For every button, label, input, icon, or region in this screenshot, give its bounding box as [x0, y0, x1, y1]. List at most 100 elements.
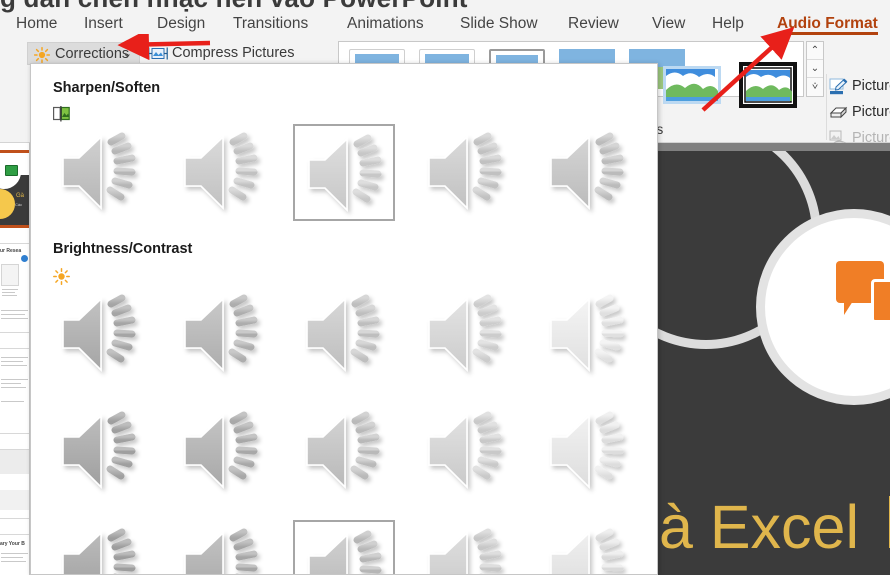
effects-cube-icon	[829, 104, 848, 121]
window-title-strip: g dẫn chèn nhạc nền vào PowerPoint	[0, 0, 890, 13]
ribbon-tab-insert[interactable]: Insert	[82, 13, 125, 36]
chat-bubble-icon-front	[871, 279, 890, 323]
correction-thumb-sharpen-r1-c2[interactable]	[171, 124, 273, 221]
correction-thumb-sharpen-r1-c3[interactable]	[293, 124, 395, 221]
picture-style-preview-plain[interactable]	[663, 64, 721, 106]
picture-style-preview-framed[interactable]	[739, 62, 797, 108]
slide-title-text[interactable]: à Excel	[659, 492, 859, 562]
speaker-icon	[415, 286, 517, 383]
ribbon-tab-label: Animations	[347, 15, 424, 32]
correction-thumb-brightness-r3-c4[interactable]	[415, 520, 517, 574]
sun-icon	[33, 46, 51, 64]
slide-thumbnail-5[interactable]: ary Your B	[0, 534, 29, 575]
ribbon-tab-label: Design	[157, 15, 206, 32]
picture-effects-button[interactable]: Picture Effects	[828, 102, 890, 123]
ribbon-tab-label: Insert	[84, 15, 123, 32]
ribbon-tab-transitions[interactable]: Transitions	[231, 13, 310, 36]
slide-thumbnail-panel[interactable]: Gà Các ur Resea ary Your B	[0, 143, 30, 575]
correction-thumb-brightness-r3-c3[interactable]	[293, 520, 397, 574]
ribbon-tab-label: View	[652, 15, 686, 32]
speaker-icon	[49, 286, 151, 383]
speaker-icon	[295, 126, 397, 223]
pencil-border-icon	[829, 78, 848, 95]
ribbon-tab-label: Transitions	[233, 15, 309, 32]
thumb2-heading: ur Resea	[0, 248, 22, 254]
slide-thumbnail-3[interactable]	[0, 348, 29, 434]
ribbon-tab-animations[interactable]: Animations	[345, 13, 426, 36]
thumb5-heading: ary Your B	[0, 541, 25, 547]
speaker-icon	[171, 403, 273, 500]
ribbon-tab-audio-format[interactable]: Audio Format	[775, 13, 880, 36]
speaker-icon	[295, 522, 397, 574]
thumb-sub-text: Các	[15, 202, 23, 207]
correction-thumb-brightness-r3-c1[interactable]	[49, 520, 151, 574]
corrections-dropdown-menu[interactable]: Sharpen/Soften Brightness/Contrast	[30, 63, 658, 575]
speaker-icon	[49, 520, 151, 574]
thumb2-badge	[21, 255, 28, 262]
correction-thumb-brightness-r2-c2[interactable]	[171, 403, 273, 500]
speaker-icon	[49, 403, 151, 500]
speaker-icon	[171, 286, 273, 383]
ribbon-tab-review[interactable]: Review	[566, 13, 621, 36]
speaker-icon	[415, 520, 517, 574]
speaker-icon	[171, 520, 273, 574]
slide-thumbnail-1[interactable]: Gà Các	[0, 150, 29, 228]
speaker-icon	[293, 403, 395, 500]
correction-thumb-sharpen-r1-c1[interactable]	[49, 124, 151, 221]
corrections-label: Corrections	[55, 46, 130, 62]
compress-pictures-button[interactable]: Compress Pictures	[146, 42, 294, 65]
correction-thumb-brightness-r2-c4[interactable]	[415, 403, 517, 500]
gallery-scroll-buttons[interactable]: ⌃ ⌄ ⩒	[806, 41, 824, 97]
menu-section-title-1: Sharpen/Soften	[53, 80, 161, 96]
picture-effects-label: Picture Effects	[852, 104, 890, 120]
correction-thumb-brightness-r3-c2[interactable]	[171, 520, 273, 574]
correction-thumb-brightness-r1-c1[interactable]	[49, 286, 151, 383]
ribbon-tab-label: Slide Show	[460, 15, 538, 32]
correction-thumb-brightness-r3-c5[interactable]	[537, 520, 639, 574]
ribbon-tab-label: Help	[712, 15, 744, 32]
ribbon-tab-bar: Home Insert Design Transitions Animations Sli…	[0, 13, 890, 36]
speaker-icon	[293, 286, 395, 383]
corrections-button[interactable]: Corrections ⌄	[27, 42, 140, 65]
brightness-sun-icon	[53, 268, 70, 285]
speaker-icon	[415, 403, 517, 500]
speaker-icon	[171, 124, 273, 221]
ribbon-tab-view[interactable]: View	[650, 13, 687, 36]
correction-thumb-brightness-r2-c3[interactable]	[293, 403, 395, 500]
speaker-icon	[415, 124, 517, 221]
ribbon-tab-help[interactable]: Help	[710, 13, 746, 36]
book-icon	[5, 165, 18, 176]
thumb2-image	[1, 264, 19, 286]
correction-thumb-brightness-r2-c5[interactable]	[537, 403, 639, 500]
gallery-scroll-up-button[interactable]: ⌃	[807, 42, 823, 60]
current-slide[interactable]: à Excel	[651, 151, 890, 575]
slide-thumbnail-4[interactable]	[0, 449, 29, 519]
active-tab-underline	[777, 32, 878, 35]
compress-pictures-icon	[148, 46, 168, 61]
window-title-text: g dẫn chèn nhạc nền vào PowerPoint	[0, 0, 468, 13]
thumb-title-text: Gà	[16, 193, 25, 199]
correction-thumb-brightness-r1-c5[interactable]	[537, 286, 639, 383]
menu-section-title-2: Brightness/Contrast	[53, 241, 193, 257]
compress-pictures-label: Compress Pictures	[172, 45, 295, 61]
picture-border-label: Picture Border	[852, 78, 890, 94]
ribbon-tab-slide-show[interactable]: Slide Show	[458, 13, 540, 36]
ribbon-tab-design[interactable]: Design	[155, 13, 207, 36]
slide-thumbnail-2[interactable]: ur Resea	[0, 243, 29, 333]
chevron-down-icon: ⌄	[122, 48, 132, 60]
ribbon-tab-label: Audio Format	[777, 15, 878, 32]
correction-thumb-sharpen-r1-c5[interactable]	[537, 124, 639, 221]
correction-thumb-brightness-r1-c4[interactable]	[415, 286, 517, 383]
ribbon-group-separator	[826, 74, 827, 140]
picture-border-button[interactable]: Picture Border	[828, 76, 890, 97]
correction-thumb-brightness-r1-c2[interactable]	[171, 286, 273, 383]
gallery-scroll-down-button[interactable]: ⌄	[807, 60, 823, 78]
correction-thumb-brightness-r1-c3[interactable]	[293, 286, 395, 383]
gallery-more-button[interactable]: ⩒	[807, 78, 823, 96]
ribbon-tab-home[interactable]: Home	[14, 13, 59, 36]
speaker-icon	[537, 403, 639, 500]
correction-thumb-sharpen-r1-c4[interactable]	[415, 124, 517, 221]
correction-thumb-brightness-r2-c1[interactable]	[49, 403, 151, 500]
speaker-icon	[537, 124, 639, 221]
ribbon-tab-label: Home	[16, 15, 58, 32]
